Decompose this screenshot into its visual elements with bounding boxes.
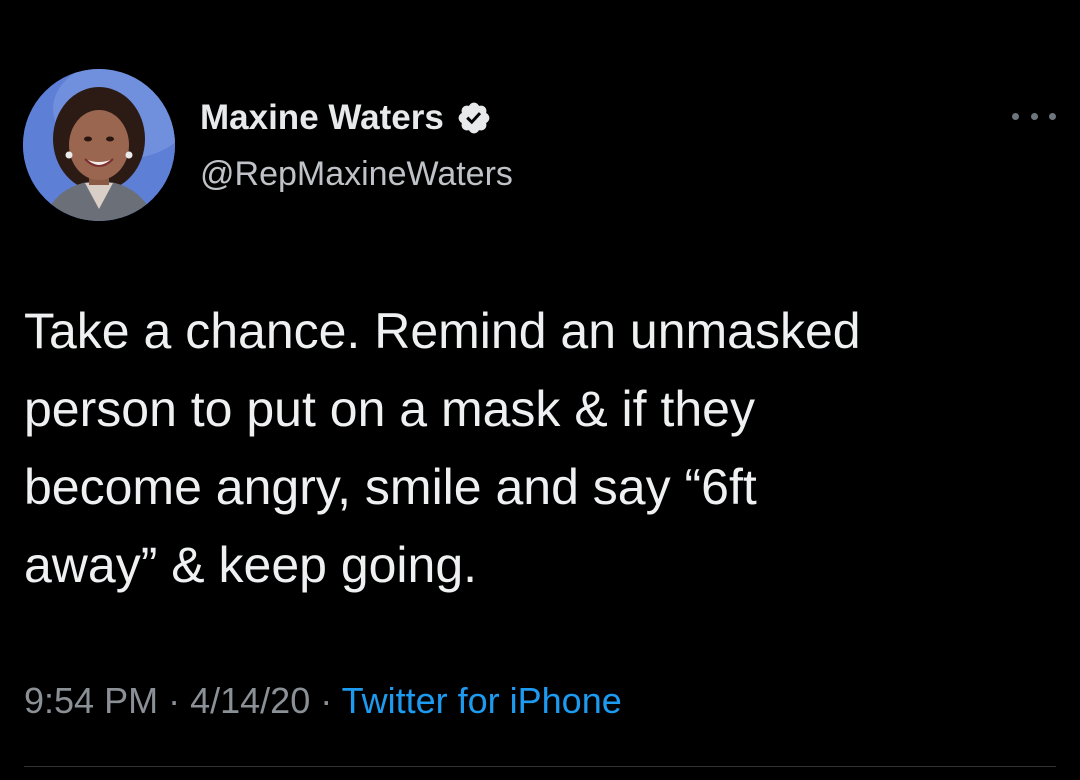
- tweet-source-link[interactable]: Twitter for iPhone: [342, 680, 622, 721]
- more-dot: [1049, 112, 1056, 120]
- divider: [24, 766, 1056, 767]
- verified-badge-icon: [456, 100, 492, 136]
- tweet-text: Take a chance. Remind an unmasked person…: [24, 303, 861, 593]
- more-dot: [1012, 112, 1019, 120]
- avatar[interactable]: [23, 69, 175, 221]
- tweet-metadata: 9:54 PM · 4/14/20 · Twitter for iPhone: [24, 680, 622, 722]
- author-name-row[interactable]: Maxine Waters: [200, 98, 492, 138]
- author-handle[interactable]: @RepMaxineWaters: [200, 155, 513, 194]
- more-options-icon[interactable]: [1012, 104, 1056, 128]
- tweet-card: Maxine Waters @RepMaxineWaters Take a ch…: [0, 0, 1080, 780]
- tweet-date[interactable]: 4/14/20: [190, 680, 310, 721]
- avatar-image: [23, 69, 175, 221]
- meta-separator: ·: [320, 680, 333, 721]
- author-name[interactable]: Maxine Waters: [200, 98, 444, 138]
- more-dot: [1030, 112, 1038, 120]
- tweet-time[interactable]: 9:54 PM: [24, 680, 158, 721]
- meta-separator: ·: [168, 680, 181, 721]
